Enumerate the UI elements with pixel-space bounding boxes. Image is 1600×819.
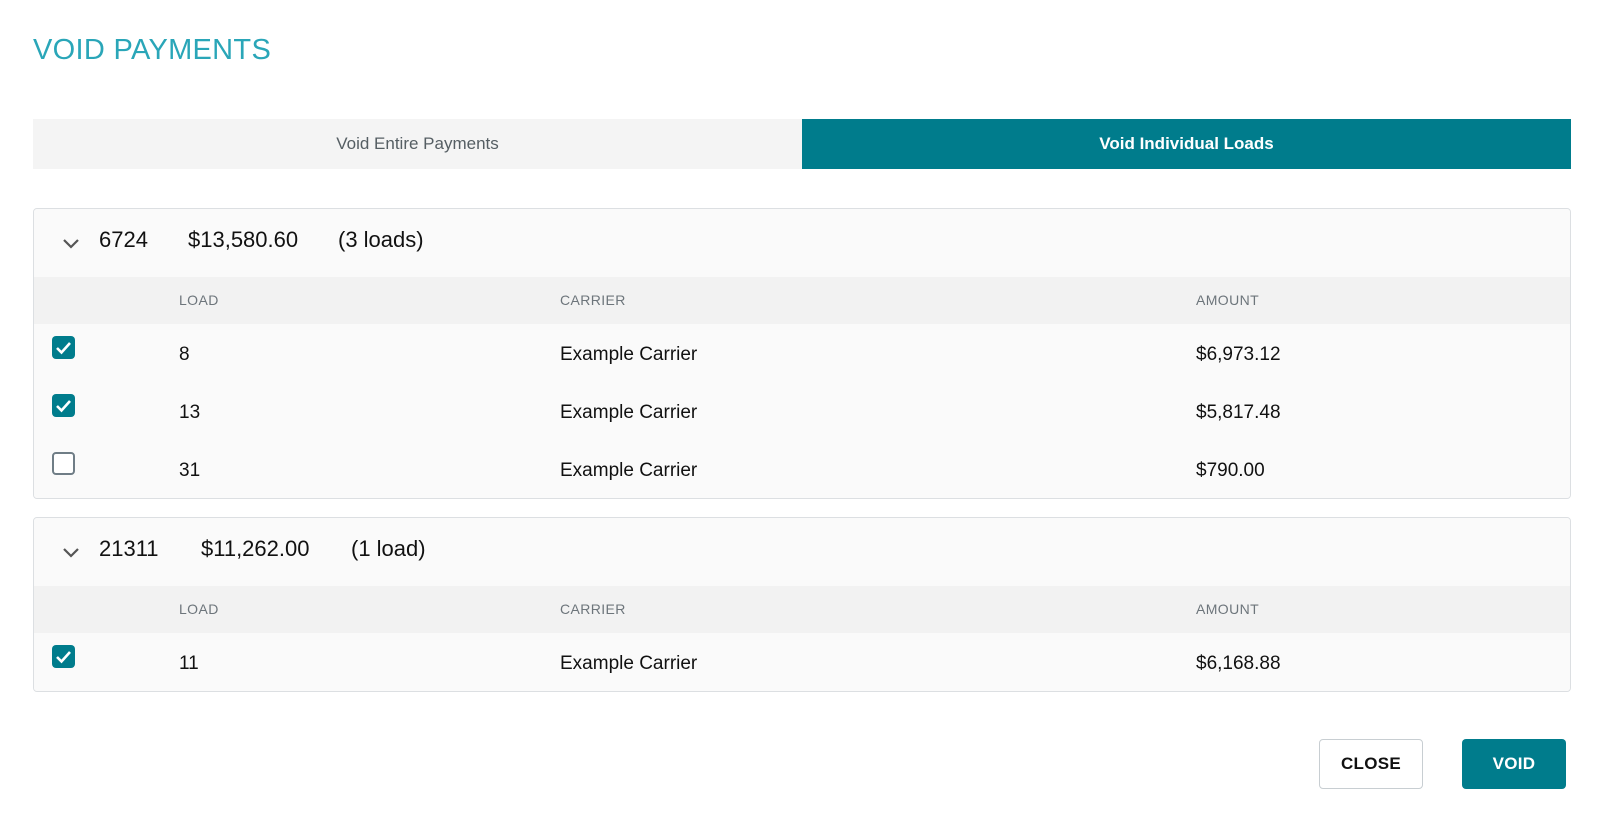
table-row: 11 Example Carrier $6,168.88 [34, 633, 1570, 691]
tab-void-individual-loads[interactable]: Void Individual Loads [802, 119, 1571, 169]
payment-group-header[interactable]: 21311 $11,262.00 (1 load) [34, 518, 1570, 586]
table-header: LOAD CARRIER AMOUNT [34, 277, 1570, 324]
carrier-name: Example Carrier [560, 653, 698, 674]
table-row: 31 Example Carrier $790.00 [34, 440, 1570, 498]
check-icon [56, 651, 71, 664]
carrier-name: Example Carrier [560, 402, 698, 423]
payment-total: $13,580.60 [188, 227, 299, 252]
load-amount: $5,817.48 [1196, 402, 1281, 423]
payment-load-count: (3 loads) [338, 227, 424, 252]
payment-load-count: (1 load) [351, 536, 426, 561]
row-checkbox[interactable] [52, 336, 75, 359]
chevron-down-icon[interactable] [60, 542, 82, 564]
column-header-carrier: CARRIER [560, 601, 626, 617]
carrier-name: Example Carrier [560, 344, 698, 365]
check-icon [56, 342, 71, 355]
payment-id: 21311 [99, 536, 159, 561]
chevron-down-icon[interactable] [60, 233, 82, 255]
column-header-amount: AMOUNT [1196, 601, 1260, 617]
load-number: 13 [179, 402, 201, 423]
table-header: LOAD CARRIER AMOUNT [34, 586, 1570, 633]
payment-group: 6724 $13,580.60 (3 loads) LOAD CARRIER A… [33, 208, 1571, 499]
row-checkbox[interactable] [52, 645, 75, 668]
page-title: VOID PAYMENTS [33, 34, 272, 66]
load-amount: $790.00 [1196, 460, 1265, 481]
load-number: 31 [179, 460, 201, 481]
load-amount: $6,973.12 [1196, 344, 1281, 365]
check-icon [56, 400, 71, 413]
column-header-load: LOAD [179, 292, 219, 308]
payment-group-header[interactable]: 6724 $13,580.60 (3 loads) [34, 209, 1570, 277]
row-checkbox[interactable] [52, 452, 75, 475]
carrier-name: Example Carrier [560, 460, 698, 481]
row-checkbox[interactable] [52, 394, 75, 417]
void-button[interactable]: VOID [1462, 739, 1566, 789]
table-row: 8 Example Carrier $6,973.12 [34, 324, 1570, 382]
payment-id: 6724 [99, 227, 148, 252]
table-row: 13 Example Carrier $5,817.48 [34, 382, 1570, 440]
payment-group: 21311 $11,262.00 (1 load) LOAD CARRIER A… [33, 517, 1571, 692]
tab-void-entire-payments[interactable]: Void Entire Payments [33, 119, 802, 169]
tab-bar: Void Entire Payments Void Individual Loa… [33, 119, 1571, 169]
load-number: 8 [179, 344, 190, 365]
payment-total: $11,262.00 [201, 536, 310, 561]
load-amount: $6,168.88 [1196, 653, 1281, 674]
column-header-load: LOAD [179, 601, 219, 617]
close-button[interactable]: CLOSE [1319, 739, 1423, 789]
column-header-amount: AMOUNT [1196, 292, 1260, 308]
column-header-carrier: CARRIER [560, 292, 626, 308]
load-number: 11 [179, 653, 199, 674]
